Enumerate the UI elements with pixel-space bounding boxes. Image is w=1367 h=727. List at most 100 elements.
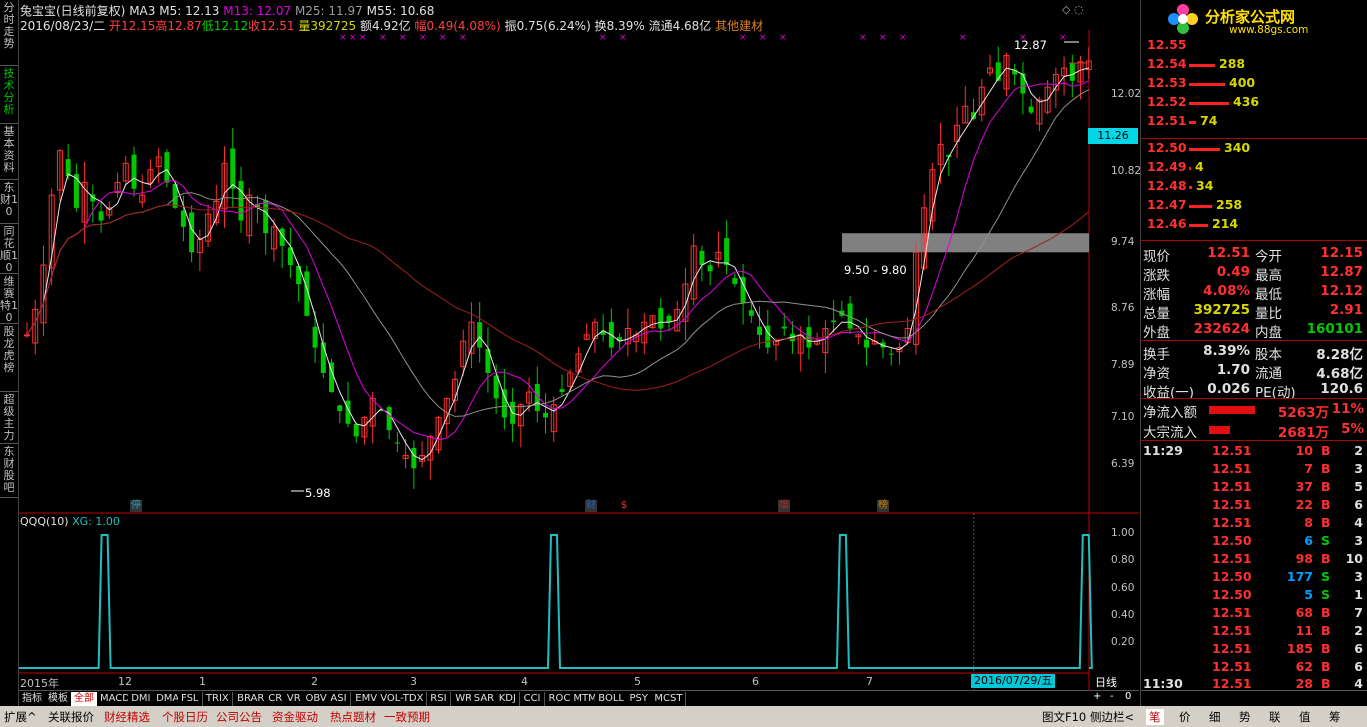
tick-price: 12.50 xyxy=(1212,533,1252,548)
order-book-row: 12.53 400 xyxy=(1147,75,1367,93)
stat-value: 8.39% xyxy=(1203,343,1250,359)
indicator-tab-全部[interactable]: 全部 xyxy=(71,692,98,706)
panel-tab-3[interactable]: 势 xyxy=(1236,709,1254,725)
window-controls[interactable]: ◇ ◌ xyxy=(1062,3,1084,16)
min-price-label: 5.98 xyxy=(305,486,331,500)
bottom-tab-2[interactable]: 财经精选 xyxy=(104,709,150,725)
signal-mark: × xyxy=(739,33,747,43)
candle-body xyxy=(559,389,565,393)
event-marker[interactable]: 停 xyxy=(130,500,142,512)
order-price: 12.53 xyxy=(1147,75,1187,90)
panel-tab-4[interactable]: 联 xyxy=(1266,709,1284,725)
indicator-tab-asi[interactable]: ASI xyxy=(327,692,351,706)
bottom-tab-6[interactable]: 热点题材 xyxy=(330,709,376,725)
indicator-tab-kdj[interactable]: KDJ xyxy=(495,692,520,706)
ma13: M13: 12.07 xyxy=(223,4,292,18)
left-tab-4[interactable]: 同花顺10 xyxy=(0,224,18,274)
tick-volume: 8 xyxy=(1304,515,1313,530)
stat-key: 现价 xyxy=(1143,249,1170,265)
order-price: 12.55 xyxy=(1147,37,1187,52)
time-axis-label: 12 xyxy=(118,675,132,688)
event-marker[interactable]: 财 xyxy=(585,500,597,512)
stat-value: 12.51 xyxy=(1207,245,1250,261)
zoom-in-button[interactable]: + xyxy=(1093,691,1101,702)
stat-row: 总量 392725 量比 2.91 xyxy=(1141,302,1367,322)
bottom-tab-3[interactable]: 个股日历 xyxy=(162,709,208,725)
left-tab-8[interactable]: 东财股吧 xyxy=(0,444,18,498)
indicator-tab-bar: 指标 模板 全部 MACD DMI DMA FSL TRIX BRAR CR VR OBV ASI EMV… xyxy=(19,690,1139,707)
indicator-axis-label: 0.80 xyxy=(1111,554,1135,566)
tick-side: S xyxy=(1321,569,1331,584)
indicator-tab-mcst[interactable]: MCST xyxy=(651,692,687,706)
bottom-tab-5[interactable]: 资金驱动 xyxy=(272,709,318,725)
left-tab-3[interactable]: 东财10 xyxy=(0,180,18,224)
left-tab-5[interactable]: 维赛特10 xyxy=(0,274,18,324)
signal-mark: × xyxy=(439,33,447,43)
order-price: 12.46 xyxy=(1147,216,1187,231)
tick-count: 3 xyxy=(1354,461,1363,476)
signal-mark: × xyxy=(759,33,767,43)
left-tab-strip: 分时走势 技术分析 基本资料 东财10 同花顺10 维赛特10 股龙虎榜 超级主力 东财股吧 xyxy=(0,0,19,706)
flow-pct: 11% xyxy=(1331,401,1364,417)
max-price-label: 12.87 xyxy=(1014,38,1047,52)
panel-tab-6[interactable]: 筹 xyxy=(1326,709,1344,725)
tick-row: 12.50 6 S 3 xyxy=(1141,533,1367,551)
stat-value: 120.6 xyxy=(1320,381,1363,397)
indicator-tab-dmi[interactable]: DMI xyxy=(128,692,155,706)
left-tab-6[interactable]: 股龙虎榜 xyxy=(0,324,18,392)
tick-volume: 68 xyxy=(1295,605,1313,620)
zoom-reset-button[interactable]: 0 xyxy=(1125,691,1131,702)
indicator-tab-brar[interactable]: BRAR xyxy=(234,692,269,706)
left-tab-7[interactable]: 超级主力 xyxy=(0,392,18,444)
signal-mark: × xyxy=(779,33,787,43)
candle-body xyxy=(312,326,318,348)
panel-tab-2[interactable]: 细 xyxy=(1206,709,1224,725)
event-marker[interactable]: 榜 xyxy=(877,500,889,512)
tick-row: 12.51 8 B 4 xyxy=(1141,515,1367,533)
tick-row: 12.51 68 B 7 xyxy=(1141,605,1367,623)
zoom-out-button[interactable]: - xyxy=(1110,691,1114,702)
indicator-tab-cci[interactable]: CCI xyxy=(520,692,545,706)
stat-value: 160101 xyxy=(1306,321,1363,337)
tick-row: 12.51 185 B 6 xyxy=(1141,641,1367,659)
indicator-tab-trix[interactable]: TRIX xyxy=(202,692,233,706)
period-label[interactable]: 日线 xyxy=(1095,674,1117,690)
order-volume-bar xyxy=(1189,205,1212,208)
indicator-tab-vol-tdx[interactable]: VOL-TDX xyxy=(377,692,428,706)
indicator-axis-label: 0.60 xyxy=(1111,582,1135,594)
indicator-tab-模板[interactable]: 模板 xyxy=(45,692,72,706)
indicator-tab-指标[interactable]: 指标 xyxy=(19,692,46,706)
tick-volume: 10 xyxy=(1295,443,1313,458)
signal-mark: × xyxy=(879,33,887,43)
indicator-tab-boll[interactable]: BOLL xyxy=(595,692,628,706)
indicator-tab-fsl[interactable]: FSL xyxy=(178,692,203,706)
indicator-tab-psy[interactable]: PSY xyxy=(626,692,652,706)
left-tab-2[interactable]: 基本资料 xyxy=(0,124,18,180)
bottom-tab-7[interactable]: 一致预期 xyxy=(384,709,430,725)
panel-tab-1[interactable]: 价 xyxy=(1176,709,1194,725)
indicator-tab-rsi[interactable]: RSI xyxy=(427,692,451,706)
bottom-right-0[interactable]: 图文F10 xyxy=(1042,709,1086,725)
event-marker[interactable]: $ xyxy=(618,500,630,512)
order-price: 12.50 xyxy=(1147,140,1187,155)
indicator-tab-sar[interactable]: SAR xyxy=(470,692,499,706)
flow-value: 5263万 xyxy=(1277,405,1329,421)
stat-value: 0.49 xyxy=(1216,264,1250,280)
bottom-tab-1[interactable]: 关联报价 xyxy=(48,709,94,725)
left-tab-1[interactable]: 技术分析 xyxy=(0,66,18,124)
kline-chart[interactable]: × × × × × × × × × × × × × × × × × × × xyxy=(19,30,1139,690)
order-price: 12.47 xyxy=(1147,197,1187,212)
price-axis-label: 7.89 xyxy=(1111,359,1135,371)
panel-tab-5[interactable]: 值 xyxy=(1296,709,1314,725)
bottom-tab-0[interactable]: 扩展^ xyxy=(4,709,37,725)
left-tab-0[interactable]: 分时走势 xyxy=(0,0,18,66)
bottom-tab-4[interactable]: 公司公告 xyxy=(216,709,262,725)
candle-body xyxy=(707,265,713,272)
bottom-right-1[interactable]: 侧边栏< xyxy=(1090,709,1134,725)
order-volume: 436 xyxy=(1233,94,1260,109)
panel-tab-0[interactable]: 笔 xyxy=(1146,709,1164,725)
order-book-row: 12.47 258 xyxy=(1147,197,1367,215)
signal-mark: × xyxy=(599,33,607,43)
stat-value: 8.28亿 xyxy=(1316,347,1363,363)
event-marker[interactable]: 增 xyxy=(778,500,790,512)
